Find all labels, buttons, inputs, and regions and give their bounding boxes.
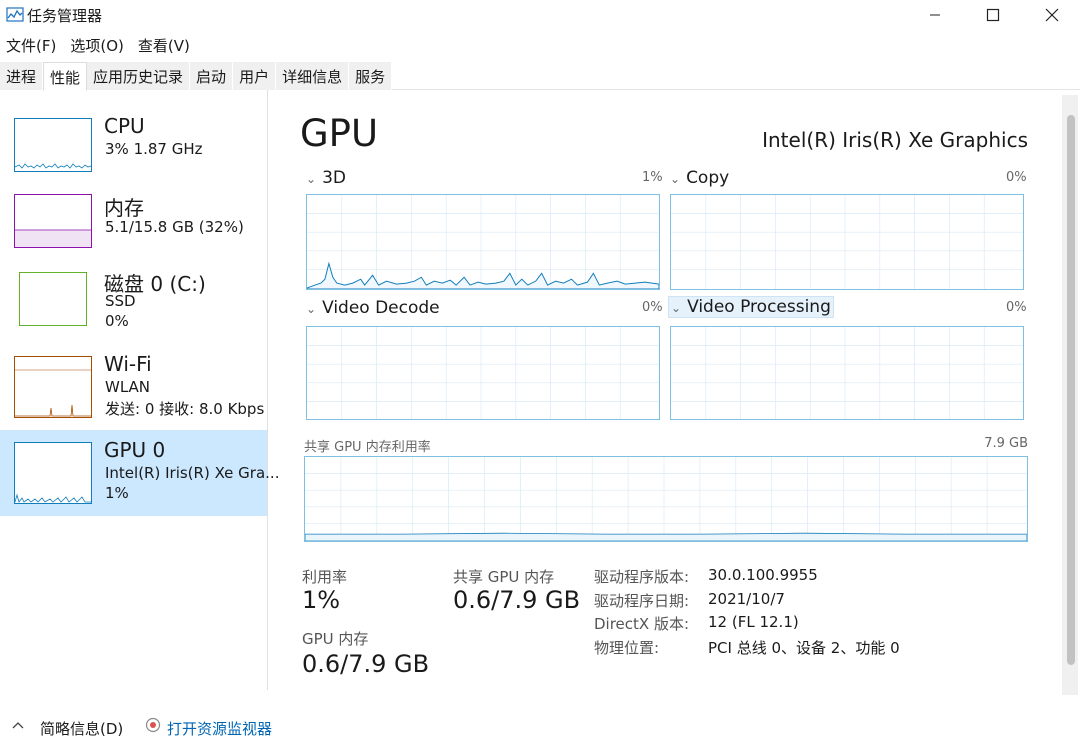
chevron-down-icon: ⌄ bbox=[670, 172, 681, 186]
sidebar-item-disk-type: SSD bbox=[105, 292, 136, 310]
performance-sidebar: CPU 3% 1.87 GHz 内存 5.1/15.8 GB (32%) 磁盘 … bbox=[0, 90, 279, 690]
engine-video-decode-selector[interactable]: ⌄ Video Decode bbox=[306, 298, 440, 318]
chevron-up-icon[interactable] bbox=[10, 718, 26, 732]
chevron-down-icon: ⌄ bbox=[306, 172, 317, 186]
minimize-icon bbox=[930, 14, 940, 16]
gpu-memory-label: GPU 内存 bbox=[302, 630, 369, 648]
engine-copy-percent: 0% bbox=[1006, 170, 1027, 185]
sidebar-item-cpu-name: CPU bbox=[104, 114, 145, 138]
sidebar-item-gpu-name: GPU 0 bbox=[104, 438, 166, 462]
disk-thumbnail-graph bbox=[14, 272, 92, 326]
menu-file[interactable]: 文件(F) bbox=[0, 33, 64, 57]
tab-performance[interactable]: 性能 bbox=[43, 62, 88, 91]
sidebar-item-disk[interactable]: 磁盘 0 (C:) SSD 0% bbox=[0, 268, 267, 354]
gpu-thumbnail-graph bbox=[14, 442, 92, 504]
scrollbar-thumb[interactable] bbox=[1067, 115, 1075, 665]
sidebar-item-wifi-adapter: WLAN bbox=[105, 378, 151, 396]
engine-video-processing-percent: 0% bbox=[1006, 300, 1027, 315]
menu-view[interactable]: 查看(V) bbox=[132, 33, 198, 57]
shared-memory-graph-max: 7.9 GB bbox=[984, 436, 1028, 451]
engine-copy-label: Copy bbox=[686, 168, 730, 188]
window-title: 任务管理器 bbox=[27, 7, 103, 25]
driver-date-value: 2021/10/7 bbox=[708, 590, 785, 608]
footer-bar: 简略信息(D) 打开资源监视器 bbox=[0, 710, 1080, 746]
sidebar-item-memory-detail: 5.1/15.8 GB (32%) bbox=[105, 218, 244, 236]
fewer-details-button[interactable]: 简略信息(D) bbox=[40, 718, 123, 739]
sidebar-item-memory[interactable]: 内存 5.1/15.8 GB (32%) bbox=[0, 190, 267, 276]
shared-memory-label: 共享 GPU 内存 bbox=[453, 568, 555, 586]
shared-memory-graph bbox=[304, 456, 1028, 542]
gpu-memory-value: 0.6/7.9 GB bbox=[302, 650, 430, 678]
menu-bar: 文件(F) 选项(O) 查看(V) bbox=[0, 33, 198, 57]
gpu-detail-panel: GPU Intel(R) Iris(R) Xe Graphics ⌄ 3D 1% … bbox=[268, 90, 1060, 690]
cpu-thumbnail-graph bbox=[14, 118, 92, 172]
engine-3d-percent: 1% bbox=[642, 170, 663, 185]
chevron-down-icon: ⌄ bbox=[671, 301, 682, 315]
physical-location-value: PCI 总线 0、设备 2、功能 0 bbox=[708, 639, 900, 657]
tab-services[interactable]: 服务 bbox=[349, 62, 393, 90]
directx-version-key: DirectX 版本: bbox=[594, 615, 690, 633]
menu-options[interactable]: 选项(O) bbox=[64, 33, 132, 57]
tab-processes[interactable]: 进程 bbox=[0, 62, 44, 90]
sidebar-item-wifi[interactable]: Wi-Fi WLAN 发送: 0 接收: 8.0 Kbps bbox=[0, 348, 267, 434]
driver-date-key: 驱动程序日期: bbox=[594, 592, 690, 610]
engine-3d-label: 3D bbox=[322, 168, 346, 188]
sidebar-item-gpu-model: Intel(R) Iris(R) Xe Gra... bbox=[105, 464, 280, 482]
maximize-icon bbox=[986, 8, 1000, 22]
title-bar: 任务管理器 bbox=[0, 0, 1080, 32]
sidebar-item-gpu[interactable]: GPU 0 Intel(R) Iris(R) Xe Gra... 1% bbox=[0, 430, 279, 516]
utilization-label: 利用率 bbox=[302, 568, 348, 586]
engine-video-decode-label: Video Decode bbox=[322, 298, 440, 318]
task-manager-icon bbox=[6, 7, 24, 22]
gpu-model-name: Intel(R) Iris(R) Xe Graphics bbox=[762, 128, 1028, 152]
engine-3d-selector[interactable]: ⌄ 3D bbox=[306, 168, 346, 188]
open-resource-monitor-link[interactable]: 打开资源监视器 bbox=[167, 718, 272, 739]
engine-video-processing-selector[interactable]: ⌄ Video Processing bbox=[668, 296, 834, 318]
sidebar-item-cpu-detail: 3% 1.87 GHz bbox=[105, 140, 203, 158]
sidebar-item-memory-name: 内存 bbox=[104, 196, 144, 220]
driver-version-value: 30.0.100.9955 bbox=[708, 566, 818, 584]
driver-version-key: 驱动程序版本: bbox=[594, 568, 690, 586]
sidebar-item-cpu[interactable]: CPU 3% 1.87 GHz bbox=[0, 112, 267, 198]
shared-memory-graph-label: 共享 GPU 内存利用率 bbox=[304, 440, 431, 455]
engine-video-processing-graph bbox=[670, 326, 1024, 420]
directx-version-value: 12 (FL 12.1) bbox=[708, 613, 799, 631]
engine-video-processing-label: Video Processing bbox=[687, 297, 831, 317]
tab-users[interactable]: 用户 bbox=[233, 62, 277, 90]
engine-copy-selector[interactable]: ⌄ Copy bbox=[670, 168, 729, 188]
engine-copy-graph bbox=[670, 194, 1024, 290]
engine-3d-graph bbox=[306, 194, 660, 290]
chevron-down-icon: ⌄ bbox=[306, 302, 317, 316]
sidebar-item-wifi-name: Wi-Fi bbox=[104, 352, 152, 376]
engine-video-decode-percent: 0% bbox=[642, 300, 663, 315]
vertical-scrollbar[interactable] bbox=[1062, 95, 1078, 695]
page-title: GPU bbox=[300, 112, 379, 155]
sidebar-item-gpu-usage: 1% bbox=[105, 484, 129, 502]
close-button[interactable] bbox=[1022, 0, 1080, 30]
wifi-thumbnail-graph bbox=[14, 356, 92, 418]
tab-startup[interactable]: 启动 bbox=[190, 62, 234, 90]
sidebar-item-wifi-throughput: 发送: 0 接收: 8.0 Kbps bbox=[105, 400, 265, 418]
close-icon bbox=[1045, 8, 1059, 22]
tab-bar: 进程 性能 应用历史记录 启动 用户 详细信息 服务 bbox=[0, 62, 1080, 91]
maximize-button[interactable] bbox=[963, 0, 1023, 30]
tab-details[interactable]: 详细信息 bbox=[276, 62, 350, 90]
sidebar-item-disk-usage: 0% bbox=[105, 312, 129, 330]
physical-location-key: 物理位置: bbox=[594, 639, 660, 657]
resource-monitor-icon bbox=[145, 717, 161, 733]
tab-app-history[interactable]: 应用历史记录 bbox=[87, 62, 191, 90]
minimize-button[interactable] bbox=[905, 0, 965, 30]
shared-memory-value: 0.6/7.9 GB bbox=[453, 586, 581, 614]
memory-thumbnail-graph bbox=[14, 194, 92, 248]
utilization-value: 1% bbox=[302, 586, 341, 614]
engine-video-decode-graph bbox=[306, 326, 660, 420]
